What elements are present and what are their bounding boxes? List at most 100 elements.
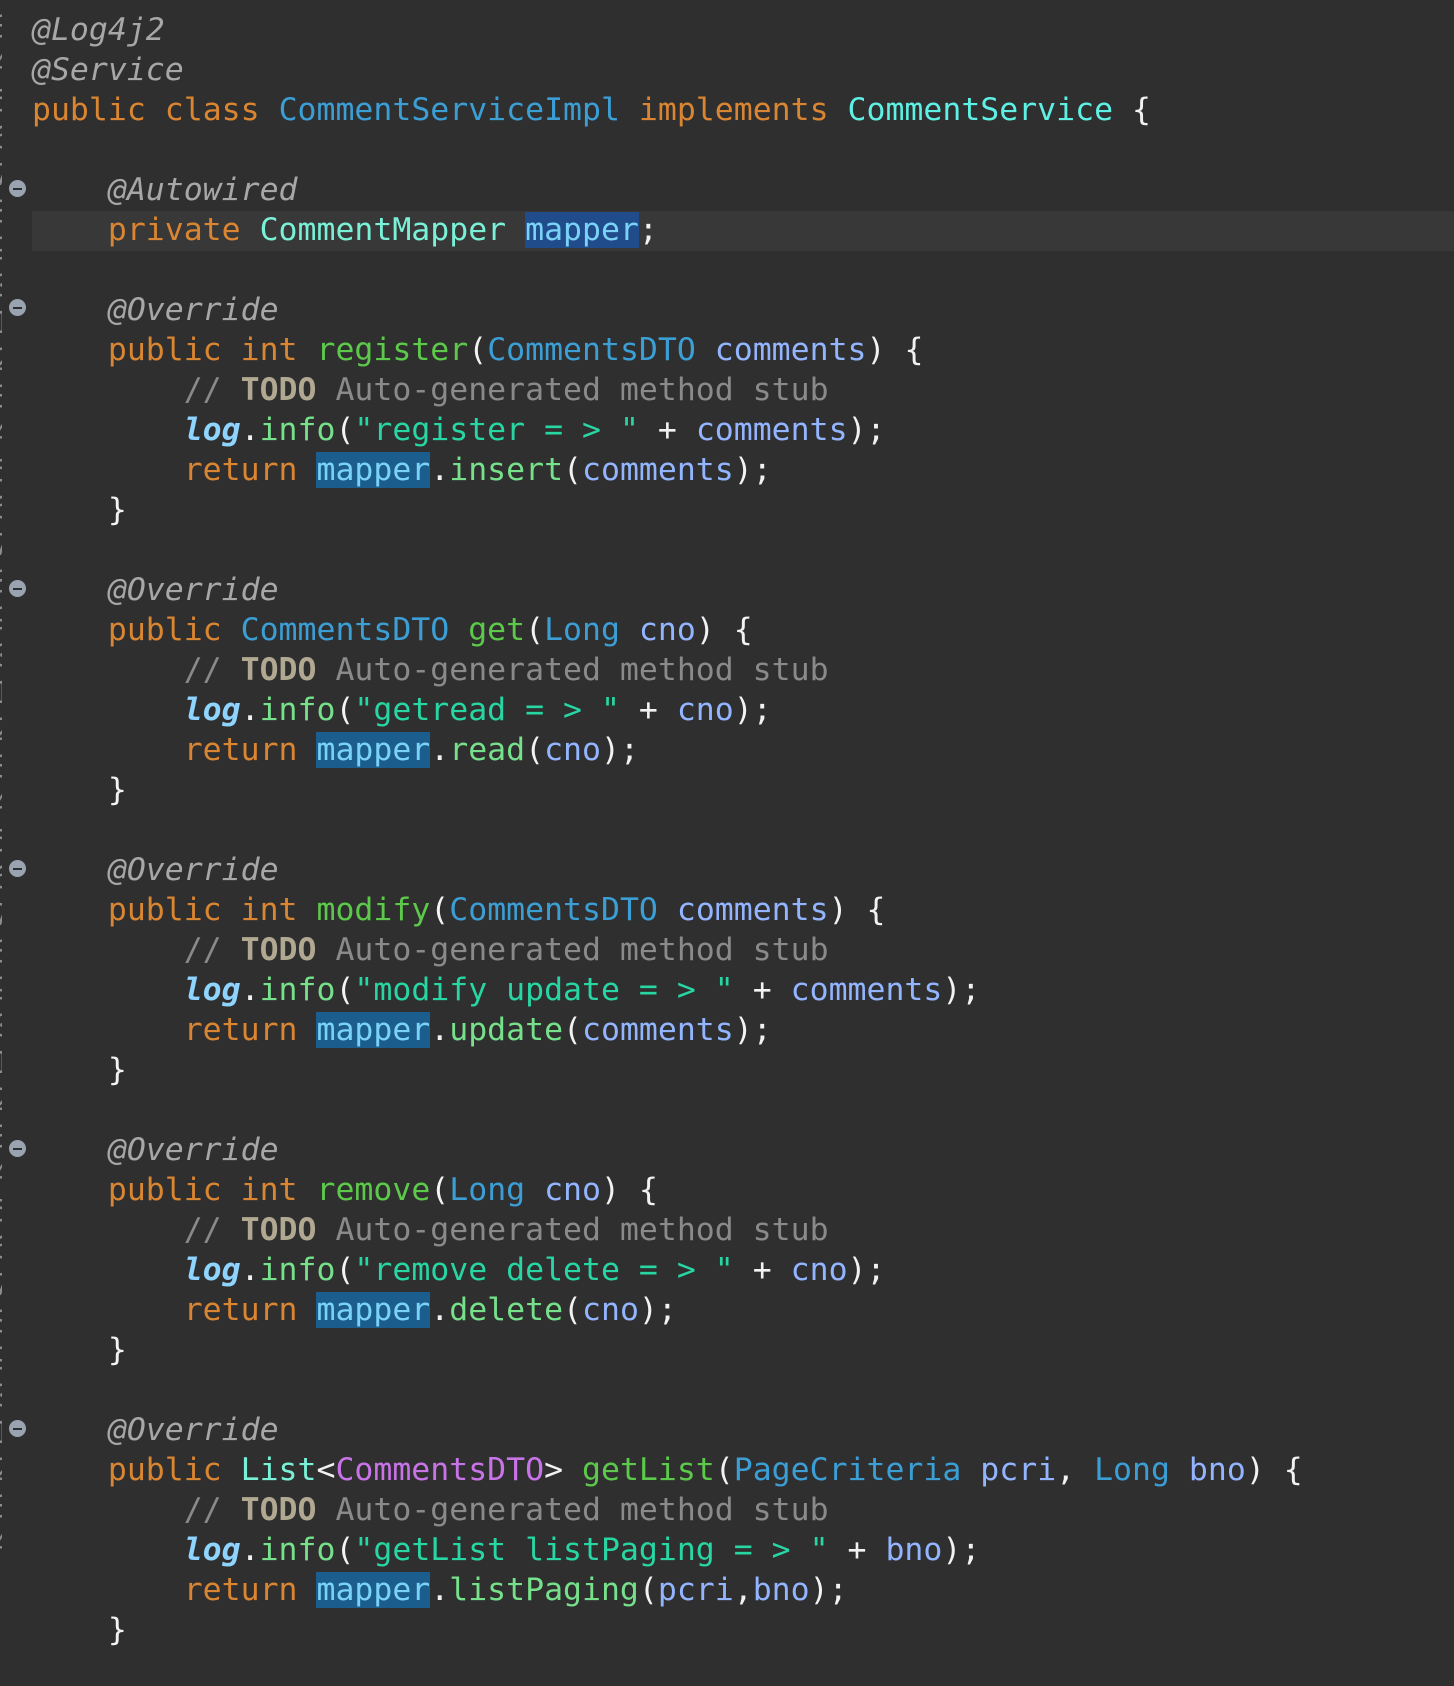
punctuation: ( bbox=[525, 612, 545, 648]
code-line[interactable]: // TODO Auto-generated method stub bbox=[32, 370, 829, 410]
string-literal: "remove delete = > " bbox=[354, 1252, 734, 1288]
punctuation: ( bbox=[638, 1572, 658, 1608]
method-name: modify bbox=[316, 892, 431, 928]
code-line[interactable]: log.info("getread = > " + cno); bbox=[32, 690, 772, 730]
type-name: Long bbox=[449, 1172, 526, 1208]
code-line[interactable]: @Override bbox=[32, 1130, 279, 1170]
code-line[interactable]: public int remove(Long cno) { bbox=[32, 1170, 658, 1210]
line-number: 7 bbox=[0, 1266, 2, 1306]
code-line[interactable]: @Autowired bbox=[32, 170, 298, 210]
method-name: remove bbox=[316, 1172, 431, 1208]
operator: + bbox=[638, 692, 658, 728]
collapse-icon[interactable] bbox=[9, 860, 26, 877]
punctuation: . bbox=[430, 452, 450, 488]
code-line[interactable]: @Log4j2 bbox=[32, 10, 165, 50]
field-identifier: mapper bbox=[316, 732, 431, 768]
code-line[interactable]: log.info("modify update = > " + comments… bbox=[32, 970, 981, 1010]
code-line[interactable]: public class CommentServiceImpl implemen… bbox=[32, 90, 1151, 130]
punctuation: ) bbox=[942, 972, 962, 1008]
code-line[interactable]: return mapper.update(comments); bbox=[32, 1010, 772, 1050]
code-line[interactable]: } bbox=[32, 1330, 127, 1370]
code-line[interactable]: public CommentsDTO get(Long cno) { bbox=[32, 610, 753, 650]
code-editor[interactable]: 3 4 5 6 7 8 9 0 1 2 3 4 5 6 7 8 9 0 1 2 … bbox=[0, 0, 1454, 1686]
line-number: 3 bbox=[0, 1488, 2, 1528]
code-line[interactable]: return mapper.insert(comments); bbox=[32, 450, 772, 490]
parameter: bno bbox=[1188, 1452, 1246, 1488]
punctuation: ( bbox=[335, 412, 355, 448]
line-number: 5 bbox=[0, 1192, 2, 1232]
todo-tag: TODO bbox=[240, 1492, 317, 1528]
code-line[interactable]: @Override bbox=[32, 290, 279, 330]
code-line[interactable]: private CommentMapper mapper; bbox=[32, 210, 658, 250]
code-line[interactable]: // TODO Auto-generated method stub bbox=[32, 1210, 829, 1250]
method-call: info bbox=[259, 972, 336, 1008]
line-number: 3 bbox=[0, 1118, 2, 1158]
code-line[interactable]: // TODO Auto-generated method stub bbox=[32, 930, 829, 970]
punctuation: ) bbox=[638, 1292, 658, 1328]
code-line[interactable]: } bbox=[32, 490, 127, 530]
field-identifier: mapper bbox=[525, 212, 639, 248]
line-number: 1 bbox=[0, 1044, 2, 1084]
code-line[interactable]: return mapper.delete(cno); bbox=[32, 1290, 677, 1330]
line-number: 0 bbox=[0, 1007, 2, 1047]
annotation: @Autowired bbox=[107, 172, 298, 208]
parameter: cno bbox=[676, 692, 734, 728]
method-call: info bbox=[259, 412, 336, 448]
log-identifier: log bbox=[183, 1532, 241, 1568]
punctuation: ( bbox=[563, 452, 583, 488]
line-number: 6 bbox=[0, 119, 2, 159]
punctuation: ; bbox=[866, 1252, 886, 1288]
punctuation: } bbox=[107, 1332, 127, 1368]
code-line[interactable]: // TODO Auto-generated method stub bbox=[32, 1490, 829, 1530]
punctuation: > bbox=[544, 1452, 564, 1488]
punctuation: ) bbox=[601, 1172, 620, 1208]
code-line[interactable]: } bbox=[32, 770, 127, 810]
code-line[interactable]: } bbox=[32, 1050, 127, 1090]
code-line[interactable]: return mapper.listPaging(pcri,bno); bbox=[32, 1570, 848, 1610]
parameter: comments bbox=[714, 332, 867, 368]
code-line[interactable]: // TODO Auto-generated method stub bbox=[32, 650, 829, 690]
punctuation: ) bbox=[733, 692, 753, 728]
code-line[interactable]: } bbox=[32, 1610, 127, 1650]
code-line[interactable]: @Override bbox=[32, 850, 279, 890]
todo-tag: TODO bbox=[240, 932, 317, 968]
operator: + bbox=[657, 412, 677, 448]
punctuation: ) bbox=[600, 732, 620, 768]
code-line[interactable]: public List<CommentsDTO> getList(PageCri… bbox=[32, 1450, 1303, 1490]
punctuation: . bbox=[430, 1292, 450, 1328]
code-line[interactable]: public int register(CommentsDTO comments… bbox=[32, 330, 924, 370]
line-number-gutter[interactable]: 3 4 5 6 7 8 9 0 1 2 3 4 5 6 7 8 9 0 1 2 … bbox=[0, 0, 26, 1686]
field-identifier: mapper bbox=[316, 1572, 431, 1608]
punctuation: ; bbox=[752, 1012, 772, 1048]
punctuation: . bbox=[430, 1572, 450, 1608]
code-line[interactable]: @Override bbox=[32, 570, 279, 610]
punctuation: { bbox=[638, 1172, 658, 1208]
punctuation: { bbox=[733, 612, 753, 648]
punctuation: < bbox=[316, 1452, 336, 1488]
line-number: 4 bbox=[0, 1155, 2, 1195]
type-name: Long bbox=[1094, 1452, 1170, 1488]
collapse-icon[interactable] bbox=[9, 1140, 26, 1157]
comment: // bbox=[183, 1212, 222, 1248]
comment: Auto-generated method stub bbox=[335, 652, 829, 688]
collapse-icon[interactable] bbox=[9, 580, 26, 597]
collapse-icon[interactable] bbox=[9, 180, 26, 197]
code-line[interactable]: @Override bbox=[32, 1410, 279, 1450]
line-number: 3 bbox=[0, 378, 2, 418]
code-line[interactable]: @Service bbox=[32, 50, 184, 90]
code-line[interactable]: log.info("getList listPaging = > " + bno… bbox=[32, 1530, 981, 1570]
line-number: 3 bbox=[0, 748, 2, 788]
code-line[interactable]: public int modify(CommentsDTO comments) … bbox=[32, 890, 886, 930]
line-number: 4 bbox=[0, 415, 2, 455]
collapse-icon[interactable] bbox=[9, 299, 26, 316]
punctuation: ( bbox=[525, 732, 545, 768]
code-line[interactable]: log.info("register = > " + comments); bbox=[32, 410, 886, 450]
keyword: return bbox=[183, 732, 298, 768]
line-number: 6 bbox=[0, 489, 2, 529]
method-name: getList bbox=[582, 1452, 715, 1488]
code-line[interactable]: log.info("remove delete = > " + cno); bbox=[32, 1250, 886, 1290]
collapse-icon[interactable] bbox=[9, 1420, 26, 1437]
annotation: @Override bbox=[107, 292, 279, 328]
code-line[interactable]: return mapper.read(cno); bbox=[32, 730, 639, 770]
method-call: read bbox=[449, 732, 526, 768]
